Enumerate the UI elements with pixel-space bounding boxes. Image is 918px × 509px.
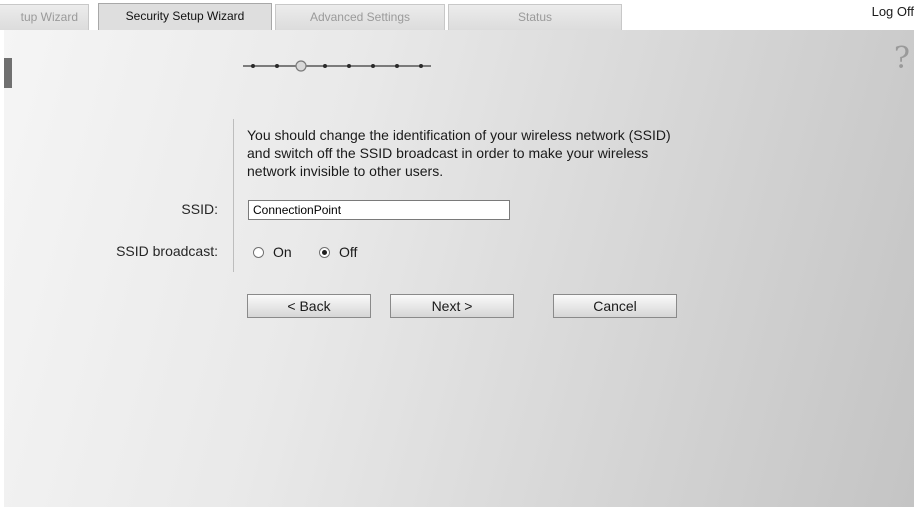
next-button[interactable]: Next > xyxy=(390,294,514,318)
ssid-broadcast-off-option[interactable]: Off xyxy=(319,242,357,262)
ssid-broadcast-label: SSID broadcast: xyxy=(116,243,218,259)
ssid-broadcast-on-option[interactable]: On xyxy=(253,242,292,262)
back-button[interactable]: < Back xyxy=(247,294,371,318)
cancel-button[interactable]: Cancel xyxy=(553,294,677,318)
progress-step-dot xyxy=(419,64,423,68)
ssid-broadcast-off-radio[interactable] xyxy=(319,246,330,258)
ssid-broadcast-off-label: Off xyxy=(339,244,358,260)
progress-step-current xyxy=(295,60,307,72)
wizard-description: You should change the identification of … xyxy=(247,127,671,179)
ssid-broadcast-on-radio[interactable] xyxy=(253,246,264,258)
progress-step-dot xyxy=(371,64,375,68)
ssid-input[interactable] xyxy=(248,200,510,220)
tab-security-setup-wizard[interactable]: Security Setup Wizard xyxy=(98,3,272,31)
tab-setup-wizard[interactable]: tup Wizard xyxy=(0,4,89,30)
progress-step-dot xyxy=(347,64,351,68)
tab-advanced-settings[interactable]: Advanced Settings xyxy=(275,4,445,30)
ssid-broadcast-on-label: On xyxy=(273,244,292,260)
tab-status[interactable]: Status xyxy=(448,4,622,30)
ssid-label: SSID: xyxy=(181,201,218,217)
progress-step-dot xyxy=(251,64,255,68)
log-off-link[interactable]: Log Off xyxy=(872,4,914,19)
progress-step-dot xyxy=(275,64,279,68)
progress-step-dot xyxy=(395,64,399,68)
wizard-panel: ? You should change the identification o… xyxy=(4,30,914,507)
side-marker xyxy=(4,58,12,88)
vertical-divider xyxy=(233,119,234,272)
help-icon[interactable]: ? xyxy=(894,44,910,74)
wizard-progress-indicator xyxy=(243,60,431,72)
tab-bar: tup Wizard Security Setup Wizard Advance… xyxy=(0,0,918,31)
progress-step-dot xyxy=(323,64,327,68)
